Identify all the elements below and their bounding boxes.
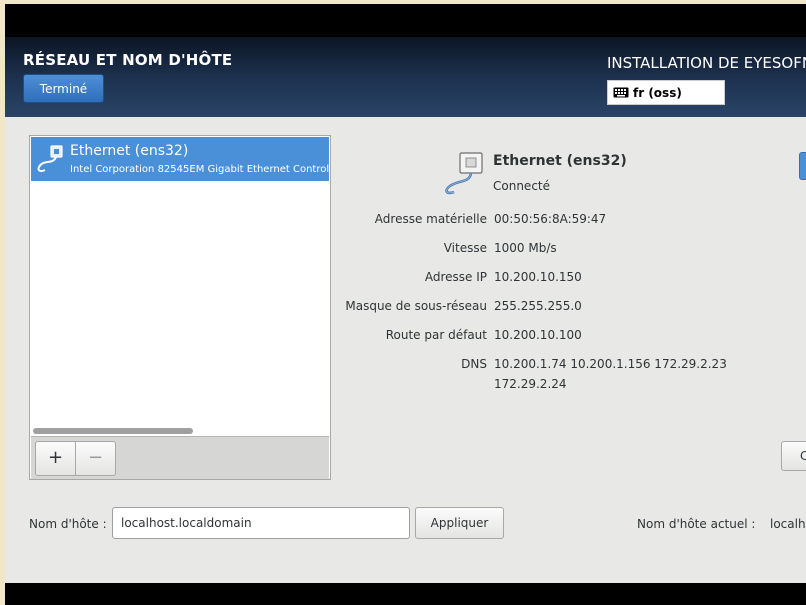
scrollbar-thumb[interactable]: [33, 428, 193, 434]
device-name: Ethernet (ens32): [70, 143, 189, 159]
page-title: RÉSEAU ET NOM D'HÔTE: [23, 51, 233, 69]
ethernet-icon: [445, 152, 483, 195]
dns-label: DNS: [461, 357, 487, 371]
main-content: Ethernet (ens32) Intel Corporation 82545…: [5, 117, 806, 583]
dns-value-line-2: 172.29.2.24: [494, 377, 567, 391]
device-description: Intel Corporation 82545EM Gigabit Ethern…: [70, 164, 329, 175]
device-list-toolbar: + −: [31, 436, 329, 479]
hardware-address-value: 00:50:56:8A:59:47: [494, 212, 607, 226]
current-hostname-value: localhost: [770, 517, 806, 531]
device-list-item-ens32[interactable]: Ethernet (ens32) Intel Corporation 82545…: [31, 137, 329, 181]
current-hostname-label: Nom d'hôte actuel :: [637, 517, 756, 531]
ip-address-label: Adresse IP: [424, 270, 487, 284]
horizontal-scrollbar[interactable]: [31, 426, 329, 436]
ip-address-value: 10.200.10.150: [494, 270, 582, 284]
subnet-mask-label: Masque de sous-réseau: [345, 299, 487, 313]
keyboard-icon: [613, 87, 629, 98]
connection-status: Connecté: [493, 179, 550, 193]
hostname-label: Nom d'hôte :: [29, 517, 107, 531]
ethernet-icon: [37, 145, 63, 172]
header-bar: RÉSEAU ET NOM D'HÔTE Terminé INSTALLATIO…: [5, 37, 806, 117]
detail-device-name: Ethernet (ens32): [493, 153, 627, 169]
speed-value: 1000 Mb/s: [494, 241, 557, 255]
apply-button[interactable]: Appliquer: [415, 507, 504, 539]
default-route-value: 10.200.10.100: [494, 328, 582, 342]
dns-value: 10.200.1.74 10.200.1.156 172.29.2.23: [494, 357, 727, 371]
keyboard-layout-label: fr (oss): [633, 85, 682, 100]
subnet-mask-value: 255.255.255.0: [494, 299, 582, 313]
hostname-input[interactable]: [112, 507, 410, 539]
hardware-address-label: Adresse matérielle: [374, 212, 487, 226]
installer-window: RÉSEAU ET NOM D'HÔTE Terminé INSTALLATIO…: [5, 4, 806, 605]
device-list: Ethernet (ens32) Intel Corporation 82545…: [29, 135, 331, 480]
speed-label: Vitesse: [443, 241, 487, 255]
keyboard-layout-indicator[interactable]: fr (oss): [607, 80, 725, 105]
done-button[interactable]: Terminé: [23, 74, 104, 103]
add-device-button[interactable]: +: [35, 441, 76, 476]
remove-device-button[interactable]: −: [75, 441, 116, 476]
bottom-bar: [5, 583, 806, 605]
configure-button[interactable]: C: [781, 441, 806, 471]
install-title: INSTALLATION DE EYESOFN: [607, 54, 806, 72]
connection-toggle[interactable]: [799, 152, 806, 180]
default-route-label: Route par défaut: [385, 328, 487, 342]
